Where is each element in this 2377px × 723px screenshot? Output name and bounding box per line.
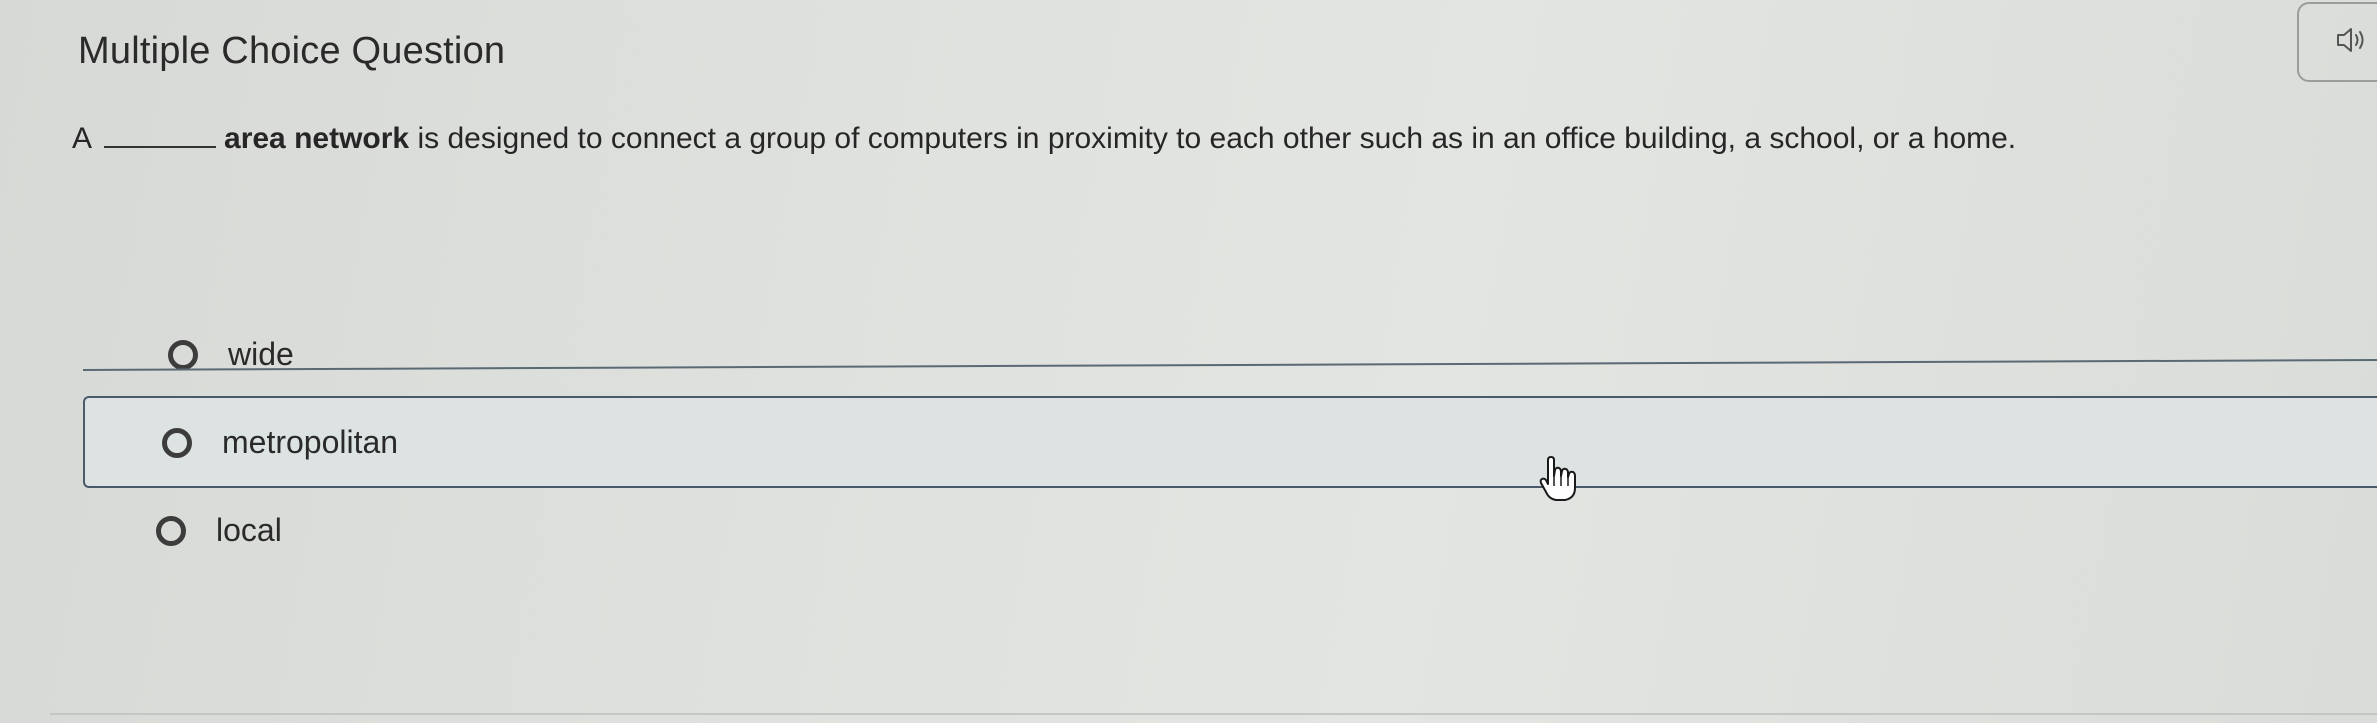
question-suffix: is designed to connect a group of comput… bbox=[409, 122, 2017, 155]
answer-blank bbox=[104, 142, 217, 148]
question-page: Multiple Choice Question Aarea network i… bbox=[0, 0, 2377, 723]
option-local[interactable]: local bbox=[156, 512, 282, 549]
option-metropolitan-hover-box[interactable] bbox=[83, 396, 2377, 488]
question-bold-term: area network bbox=[224, 122, 410, 155]
page-title: Multiple Choice Question bbox=[78, 30, 506, 72]
question-text: Aarea network is designed to connect a g… bbox=[72, 122, 2016, 156]
speaker-icon bbox=[2335, 25, 2369, 60]
option-label: metropolitan bbox=[222, 424, 399, 460]
bottom-divider bbox=[50, 713, 2377, 715]
option-metropolitan[interactable]: metropolitan bbox=[162, 424, 398, 461]
radio-empty-icon[interactable] bbox=[168, 339, 198, 370]
hand-pointer-icon bbox=[1538, 456, 1578, 502]
option-label: local bbox=[216, 512, 282, 548]
option-divider bbox=[82, 358, 2377, 371]
radio-empty-icon[interactable] bbox=[162, 427, 192, 458]
question-prefix: A bbox=[72, 122, 93, 155]
read-aloud-button[interactable] bbox=[2297, 2, 2377, 82]
radio-empty-icon[interactable] bbox=[156, 515, 186, 546]
